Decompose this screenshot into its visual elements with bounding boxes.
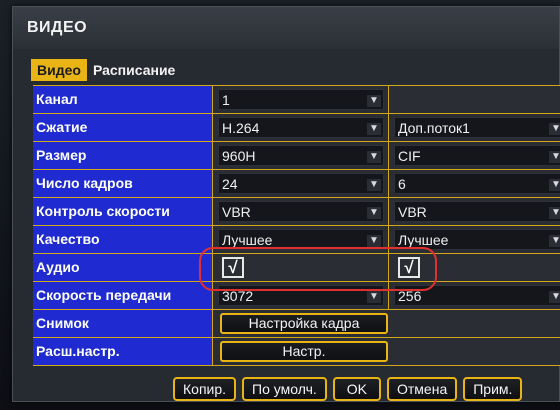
bitrate-control-sub-value: VBR (398, 204, 427, 220)
apply-button[interactable]: Прим. (463, 377, 523, 401)
chevron-down-icon[interactable]: ▼ (367, 95, 381, 107)
chevron-down-icon[interactable]: ▼ (367, 123, 381, 135)
compression-main-value: H.264 (222, 120, 260, 136)
size-sub-cell: CIF ▼ (390, 142, 560, 169)
framerate-sub-select[interactable]: 6 ▼ (394, 173, 560, 194)
size-sub-select[interactable]: CIF ▼ (394, 145, 560, 166)
compression-label: Сжатие (33, 114, 213, 141)
snapshot-settings-button[interactable]: Настройка кадра (220, 313, 388, 334)
framerate-main-cell: 24 ▼ (214, 170, 389, 197)
size-label: Размер (33, 142, 213, 169)
chevron-down-icon[interactable]: ▼ (367, 235, 381, 247)
channel-main-cell: 1 ▼ (214, 86, 389, 113)
compression-sub-select[interactable]: Доп.поток1 ▼ (394, 117, 560, 138)
framerate-main-value: 24 (222, 176, 238, 192)
screen-background: ВИДЕО Видео Расписание Канал 1 ▼ Сжатие (0, 0, 560, 410)
chevron-down-icon[interactable]: ▼ (367, 151, 381, 163)
framerate-main-select[interactable]: 24 ▼ (218, 173, 384, 194)
audio-annotation-outline (199, 247, 437, 291)
compression-main-cell: H.264 ▼ (214, 114, 389, 141)
chevron-down-icon[interactable]: ▼ (549, 123, 560, 135)
quality-sub-value: Лучшее (398, 232, 449, 248)
row-compression: Сжатие H.264 ▼ Доп.поток1 ▼ (33, 114, 560, 142)
title-bar: ВИДЕО (13, 7, 559, 49)
row-bitrate-control: Контроль скорости VBR ▼ VBR ▼ (33, 198, 560, 226)
window-title: ВИДЕО (27, 19, 88, 36)
compression-sub-cell: Доп.поток1 ▼ (390, 114, 560, 141)
size-main-cell: 960H ▼ (214, 142, 389, 169)
compression-main-select[interactable]: H.264 ▼ (218, 117, 384, 138)
chevron-down-icon[interactable]: ▼ (549, 291, 560, 303)
chevron-down-icon[interactable]: ▼ (549, 179, 560, 191)
size-main-value: 960H (222, 148, 256, 164)
tab-video[interactable]: Видео (31, 59, 87, 81)
footer-buttons: Копир. По умолч. OK Отмена Прим. (173, 377, 523, 401)
chevron-down-icon[interactable]: ▼ (549, 207, 560, 219)
row-snapshot: Снимок Настройка кадра (33, 310, 560, 338)
audio-label: Аудио (33, 254, 213, 281)
bitrate-control-sub-cell: VBR ▼ (390, 198, 560, 225)
row-advanced: Расш.настр. Настр. (33, 338, 560, 366)
channel-sub-cell (390, 86, 560, 113)
ok-button[interactable]: OK (332, 377, 381, 401)
bitrate-control-main-cell: VBR ▼ (214, 198, 389, 225)
row-channel: Канал 1 ▼ (33, 86, 560, 114)
cancel-button[interactable]: Отмена (387, 377, 458, 401)
bitrate-control-label: Контроль скорости (33, 198, 213, 225)
compression-sub-value: Доп.поток1 (398, 120, 470, 136)
chevron-down-icon[interactable]: ▼ (367, 291, 381, 303)
row-framerate: Число кадров 24 ▼ 6 ▼ (33, 170, 560, 198)
snapshot-label: Снимок (33, 310, 213, 337)
video-settings-dialog: ВИДЕО Видео Расписание Канал 1 ▼ Сжатие (12, 6, 560, 402)
quality-main-value: Лучшее (222, 232, 273, 248)
chevron-down-icon[interactable]: ▼ (549, 235, 560, 247)
advanced-settings-button[interactable]: Настр. (220, 341, 388, 362)
channel-select[interactable]: 1 ▼ (218, 89, 384, 110)
row-size: Размер 960H ▼ CIF ▼ (33, 142, 560, 170)
size-main-select[interactable]: 960H ▼ (218, 145, 384, 166)
framerate-sub-value: 6 (398, 176, 406, 192)
size-sub-value: CIF (398, 148, 421, 164)
settings-grid: Канал 1 ▼ Сжатие H.264 ▼ Доп.поток1 ▼ Ра… (33, 85, 560, 366)
snapshot-cell: Настройка кадра (214, 310, 560, 337)
tab-schedule[interactable]: Расписание (87, 59, 181, 81)
framerate-sub-cell: 6 ▼ (390, 170, 560, 197)
advanced-cell: Настр. (214, 338, 560, 365)
chevron-down-icon[interactable]: ▼ (367, 179, 381, 191)
tab-bar: Видео Расписание (31, 59, 181, 81)
bitrate-control-main-select[interactable]: VBR ▼ (218, 201, 384, 222)
channel-label: Канал (33, 86, 213, 113)
default-button[interactable]: По умолч. (242, 377, 327, 401)
bitrate-control-main-value: VBR (222, 204, 251, 220)
bitrate-label: Скорость передачи (33, 282, 213, 309)
chevron-down-icon[interactable]: ▼ (549, 151, 560, 163)
framerate-label: Число кадров (33, 170, 213, 197)
copy-button[interactable]: Копир. (173, 377, 237, 401)
chevron-down-icon[interactable]: ▼ (367, 207, 381, 219)
quality-label: Качество (33, 226, 213, 253)
channel-value: 1 (222, 92, 230, 108)
bitrate-control-sub-select[interactable]: VBR ▼ (394, 201, 560, 222)
advanced-label: Расш.настр. (33, 338, 213, 365)
